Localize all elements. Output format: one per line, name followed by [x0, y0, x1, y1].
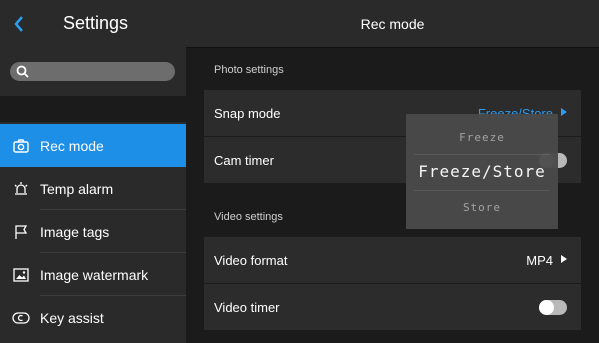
search-input[interactable]	[10, 62, 175, 81]
snap-mode-label: Snap mode	[214, 105, 281, 121]
video-format-label: Video format	[214, 252, 288, 268]
sidebar-title: Settings	[63, 13, 129, 33]
sidebar-header: Settings	[0, 0, 186, 48]
section-label-video: Video settings	[214, 211, 283, 223]
video-timer-toggle[interactable]	[539, 300, 567, 315]
sidebar-item-image-tags[interactable]: Image tags	[0, 210, 186, 253]
image-icon	[12, 266, 30, 284]
picker-divider	[414, 154, 550, 155]
sidebar-item-key-assist[interactable]: Key assist	[0, 296, 186, 339]
video-timer-row[interactable]: Video timer	[204, 284, 581, 330]
flag-icon	[12, 223, 30, 241]
picker-option-freeze[interactable]: Freeze	[406, 131, 558, 144]
toggle-knob	[539, 300, 554, 315]
sidebar-item-image-watermark[interactable]: Image watermark	[0, 253, 186, 296]
picker-option-store[interactable]: Store	[406, 201, 558, 214]
video-timer-label: Video timer	[214, 299, 280, 315]
page-title: Rec mode	[360, 16, 425, 32]
chevron-right-icon	[561, 108, 567, 116]
sidebar-item-label: Image watermark	[40, 266, 149, 283]
cam-timer-label: Cam timer	[214, 152, 274, 168]
sidebar-item-label: Rec mode	[40, 137, 104, 154]
snap-mode-picker[interactable]: Freeze Freeze/Store Store	[406, 114, 558, 229]
sidebar-item-rec-mode[interactable]: Rec mode	[0, 124, 186, 167]
picker-divider	[414, 190, 550, 191]
chevron-right-icon	[561, 255, 567, 263]
video-format-value: MP4	[526, 252, 553, 268]
section-label-photo: Photo settings	[214, 64, 284, 76]
main-header: Rec mode	[186, 0, 599, 48]
key-icon	[12, 309, 30, 327]
camera-icon	[12, 137, 30, 155]
alarm-icon	[12, 180, 30, 198]
sidebar-item-label: Temp alarm	[40, 180, 114, 197]
sidebar-item-temp-alarm[interactable]: Temp alarm	[0, 167, 186, 210]
search-icon	[16, 65, 29, 78]
sidebar: Settings Rec mode Temp alarm Image tags …	[0, 0, 186, 343]
video-format-row[interactable]: Video format MP4	[204, 237, 581, 283]
sidebar-item-label: Key assist	[40, 309, 104, 326]
back-chevron-icon[interactable]	[12, 13, 30, 35]
sidebar-divider	[0, 96, 186, 122]
sidebar-item-label: Image tags	[40, 223, 110, 240]
picker-option-freeze-store[interactable]: Freeze/Store	[406, 162, 558, 181]
